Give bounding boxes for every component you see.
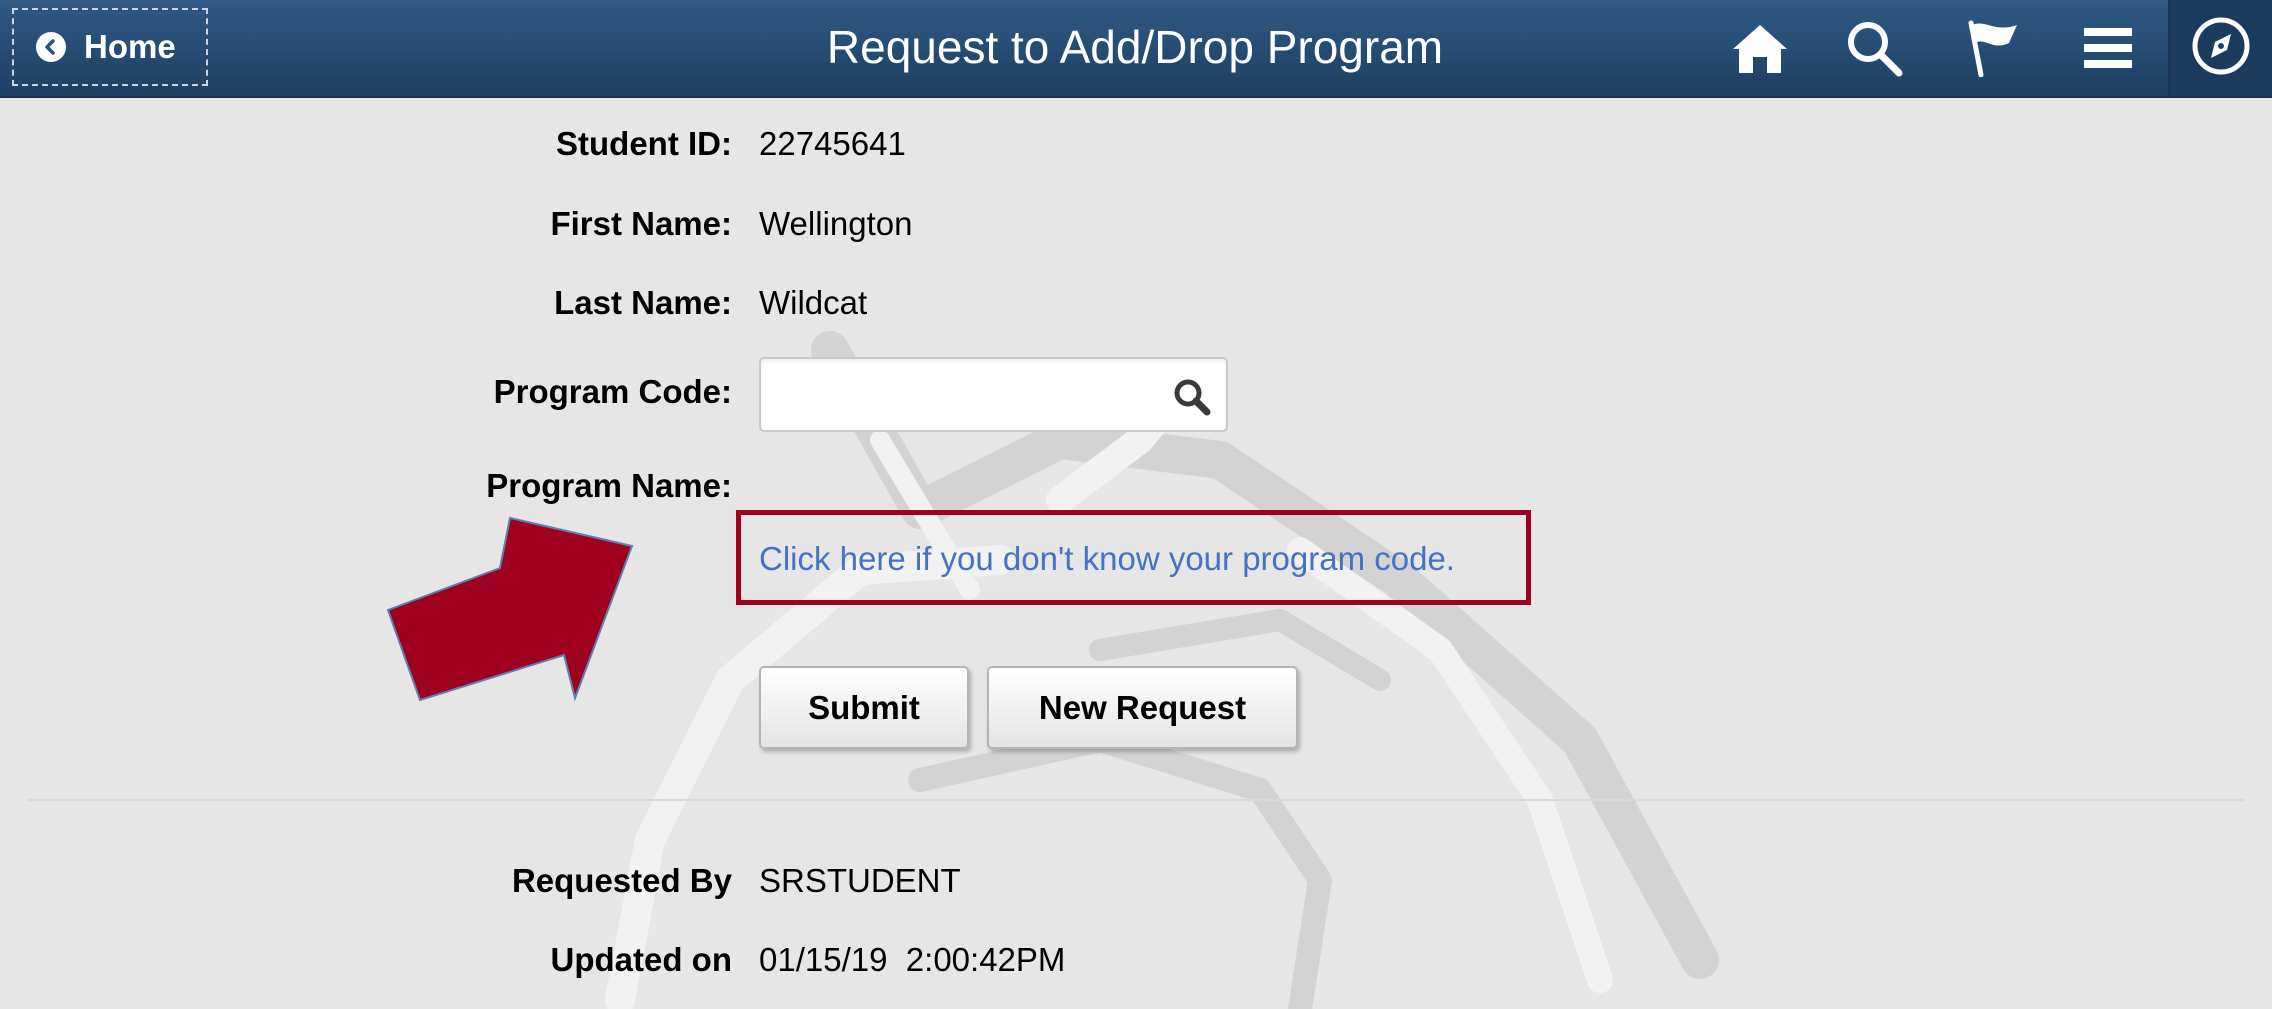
first-name-value: Wellington [759,205,913,242]
page-title: Request to Add/Drop Program [826,21,1444,73]
header-bar: Home Request to Add/Drop Program [0,0,2272,98]
chevron-left-icon [36,32,66,62]
home-icon[interactable] [1728,18,1792,78]
home-back-label: Home [84,28,176,65]
student-id-value: 22745641 [759,125,906,162]
first-name-label: First Name: [550,205,732,242]
callout-arrow [386,516,634,702]
last-name-label: Last Name: [554,284,732,321]
compass-icon [2191,16,2251,81]
program-code-field [759,357,1228,432]
updated-on-label: Updated on [550,941,732,978]
home-back-button[interactable]: Home [12,8,208,86]
section-divider [28,799,2244,801]
student-id-label: Student ID: [556,125,732,162]
program-code-label: Program Code: [493,373,732,410]
updated-on-value: 01/15/19 2:00:42PM [759,941,1066,978]
program-code-lookup-icon[interactable] [1172,377,1212,417]
submit-button[interactable]: Submit [759,666,969,749]
flag-icon[interactable] [1960,18,2024,78]
last-name-value: Wildcat [759,284,868,321]
requested-by-value: SRSTUDENT [759,862,961,899]
requested-by-label: Requested By [511,862,732,899]
program-code-input[interactable] [771,367,1175,424]
menu-icon[interactable] [2076,18,2140,78]
program-name-label: Program Name: [486,467,732,504]
new-request-button[interactable]: New Request [987,666,1298,749]
navbar-panel[interactable] [2168,0,2272,96]
program-code-lookup-link[interactable]: Click here if you don't know your progra… [759,540,1455,578]
search-icon[interactable] [1842,18,1906,78]
